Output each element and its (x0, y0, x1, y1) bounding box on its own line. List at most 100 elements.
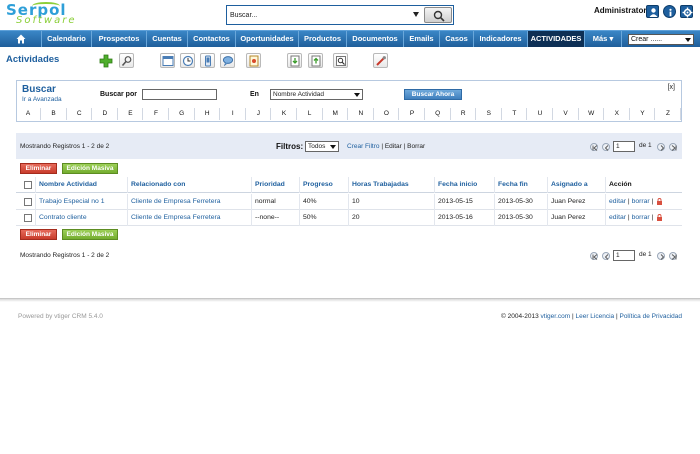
alpha-letter-h[interactable]: H (195, 108, 221, 120)
advanced-search-link[interactable]: Ir a Avanzada (22, 96, 62, 103)
column-header[interactable]: Fecha inicio (434, 177, 494, 193)
info-icon[interactable] (663, 5, 676, 18)
nav-item-productos[interactable]: Productos (299, 31, 347, 47)
create-select[interactable]: Crear ...... (628, 34, 694, 45)
nav-item-documentos[interactable]: Documentos (347, 31, 404, 47)
search-now-button[interactable]: Buscar Ahora (404, 89, 462, 100)
alpha-letter-r[interactable]: R (451, 108, 477, 120)
next-page-button[interactable] (657, 143, 665, 151)
alpha-letter-i[interactable]: I (221, 108, 246, 120)
settings-doc-button[interactable] (246, 53, 261, 68)
alpha-letter-f[interactable]: F (144, 108, 169, 120)
column-header[interactable]: Progreso (299, 177, 348, 193)
nav-item-mas[interactable]: Más ▾ (585, 31, 622, 47)
alpha-letter-k[interactable]: K (272, 108, 297, 120)
chat-button[interactable] (220, 53, 235, 68)
edit-link[interactable]: editar (609, 214, 626, 221)
last-page-button[interactable] (669, 252, 677, 260)
mobile-button[interactable] (200, 53, 215, 68)
delete-button[interactable]: Eliminar (20, 229, 57, 240)
column-header[interactable]: Fecha fin (494, 177, 547, 193)
edit-filter-link[interactable]: Editar (385, 143, 402, 150)
alpha-letter-s[interactable]: S (477, 108, 502, 120)
prev-page-button[interactable] (602, 143, 610, 151)
nav-item-casos[interactable]: Casos (440, 31, 474, 47)
search-text-input[interactable] (142, 89, 217, 100)
alpha-letter-w[interactable]: W (579, 108, 605, 120)
license-link[interactable]: Leer Licencia (575, 313, 614, 320)
alpha-letter-e[interactable]: E (118, 108, 144, 120)
lock-icon[interactable] (656, 197, 663, 205)
clock-button[interactable] (180, 53, 195, 68)
find-duplicates-button[interactable] (333, 53, 348, 68)
delete-button[interactable]: Eliminar (20, 163, 57, 174)
column-header[interactable]: Nombre Actividad (35, 177, 127, 193)
vtiger-link[interactable]: vtiger.com (541, 313, 571, 320)
column-header[interactable]: Relacionado con (127, 177, 251, 193)
close-search-button[interactable]: [x] (668, 84, 675, 91)
delete-filter-link[interactable]: Borrar (407, 143, 425, 150)
settings-icon[interactable] (680, 5, 693, 18)
alpha-letter-p[interactable]: P (400, 108, 425, 120)
lock-icon[interactable] (656, 213, 663, 221)
delete-link[interactable]: borrar (632, 198, 650, 205)
alpha-letter-g[interactable]: G (170, 108, 195, 120)
alpha-letter-l[interactable]: L (298, 108, 323, 120)
nav-item-oportunidades[interactable]: Oportunidades (236, 31, 299, 47)
page-input[interactable]: 1 (613, 141, 635, 152)
export-button[interactable] (308, 53, 323, 68)
global-search-input[interactable] (228, 7, 424, 23)
alpha-letter-u[interactable]: U (528, 108, 553, 120)
page-input[interactable]: 1 (613, 250, 635, 261)
nav-item-indicadores[interactable]: Indicadores (474, 31, 528, 47)
nav-item-prospectos[interactable]: Prospectos (92, 31, 147, 47)
search-tool-button[interactable] (119, 53, 134, 68)
alpha-letter-n[interactable]: N (349, 108, 374, 120)
nav-item-calendario[interactable]: Calendario (42, 31, 92, 47)
search-field-select[interactable]: Nombre Actividad (270, 89, 363, 100)
first-page-button[interactable] (590, 252, 598, 260)
alpha-letter-j[interactable]: J (246, 108, 272, 120)
add-button[interactable] (98, 53, 113, 68)
select-all-checkbox[interactable] (24, 181, 32, 189)
alpha-letter-m[interactable]: M (323, 108, 349, 120)
logo[interactable]: Serpol Software (6, 2, 98, 27)
alpha-letter-q[interactable]: Q (426, 108, 451, 120)
alpha-letter-o[interactable]: O (374, 108, 400, 120)
alpha-letter-b[interactable]: B (42, 108, 67, 120)
calendar-view-button[interactable] (160, 53, 175, 68)
first-page-button[interactable] (590, 143, 598, 151)
row-checkbox[interactable] (24, 214, 32, 222)
filter-select[interactable]: Todos (305, 141, 339, 152)
column-header[interactable]: Asignado a (547, 177, 605, 193)
alpha-letter-c[interactable]: C (67, 108, 93, 120)
alpha-letter-y[interactable]: Y (630, 108, 656, 120)
related-to-link[interactable]: Cliente de Empresa Ferretera (127, 210, 251, 226)
activity-name-link[interactable]: Contrato cliente (35, 210, 127, 226)
user-name[interactable]: Administrator (594, 6, 646, 15)
nav-home[interactable] (0, 31, 42, 47)
import-button[interactable] (287, 53, 302, 68)
alpha-letter-z[interactable]: Z (656, 108, 681, 120)
last-page-button[interactable] (669, 143, 677, 151)
alpha-letter-a[interactable]: A (16, 108, 41, 120)
privacy-link[interactable]: Política de Privacidad (619, 313, 682, 320)
activity-name-link[interactable]: Trabajo Especial no 1 (35, 194, 127, 210)
page-title[interactable]: Actividades (6, 54, 59, 65)
alpha-letter-d[interactable]: D (93, 108, 118, 120)
alpha-letter-t[interactable]: T (502, 108, 528, 120)
tools-button[interactable] (373, 53, 388, 68)
chevron-down-icon[interactable] (413, 12, 419, 17)
row-checkbox[interactable] (24, 198, 32, 206)
nav-item-emails[interactable]: Emails (404, 31, 440, 47)
alpha-letter-v[interactable]: V (554, 108, 579, 120)
search-button[interactable] (424, 7, 452, 23)
user-icon[interactable] (646, 5, 659, 18)
mass-edit-button[interactable]: Edición Masiva (62, 229, 118, 240)
prev-page-button[interactable] (602, 252, 610, 260)
mass-edit-button[interactable]: Edición Masiva (62, 163, 118, 174)
alpha-letter-x[interactable]: X (605, 108, 630, 120)
related-to-link[interactable]: Cliente de Empresa Ferretera (127, 194, 251, 210)
next-page-button[interactable] (657, 252, 665, 260)
delete-link[interactable]: borrar (632, 214, 650, 221)
